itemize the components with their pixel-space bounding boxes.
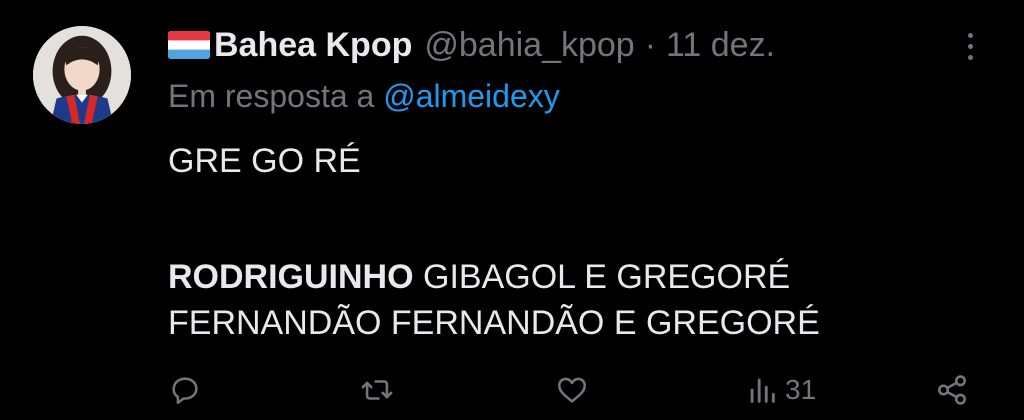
reply-button[interactable] xyxy=(168,366,202,414)
display-name[interactable]: Bahea Kpop xyxy=(214,26,412,65)
like-button[interactable] xyxy=(555,366,589,414)
views-icon xyxy=(750,378,775,403)
tweet-header: Bahea Kpop @bahia_kpop · 11 dez. xyxy=(168,22,775,68)
separator-dot: · xyxy=(644,25,657,64)
reply-prefix: Em resposta a xyxy=(168,78,375,114)
tweet-body: GRE GO RÉ RODRIGUINHO GIBAGOL E GREGORÉ … xyxy=(168,138,820,346)
tweet-text-line: FERNANDÃO FERNANDÃO E GREGORÉ xyxy=(168,304,820,342)
flag-icon xyxy=(168,31,210,59)
more-options-icon[interactable] xyxy=(958,26,982,66)
tweet-card: Bahea Kpop @bahia_kpop · 11 dez. Em resp… xyxy=(0,0,1024,420)
tweet-date[interactable]: 11 dez. xyxy=(666,26,775,65)
reply-icon xyxy=(172,377,198,405)
retweet-icon xyxy=(361,380,393,400)
user-handle[interactable]: @bahia_kpop xyxy=(424,26,634,65)
views-button[interactable]: 31 xyxy=(745,366,816,414)
reply-context: Em resposta a @almeidexy xyxy=(168,78,560,115)
bold-text: RODRIGUINHO xyxy=(168,258,414,296)
reply-mention-link[interactable]: @almeidexy xyxy=(383,78,560,114)
tweet-text-segment: GIBAGOL E GREGORÉ xyxy=(413,258,791,296)
share-icon xyxy=(937,375,967,405)
share-button[interactable] xyxy=(935,366,969,414)
avatar[interactable] xyxy=(33,26,131,124)
tweet-text-line: GRE GO RÉ xyxy=(168,142,361,180)
like-icon xyxy=(557,377,587,403)
views-count: 31 xyxy=(785,374,817,405)
action-bar: 31 xyxy=(160,366,980,414)
retweet-button[interactable] xyxy=(360,366,394,414)
avatar-image xyxy=(33,26,131,124)
tweet-text-line: RODRIGUINHO GIBAGOL E GREGORÉ xyxy=(168,254,820,300)
